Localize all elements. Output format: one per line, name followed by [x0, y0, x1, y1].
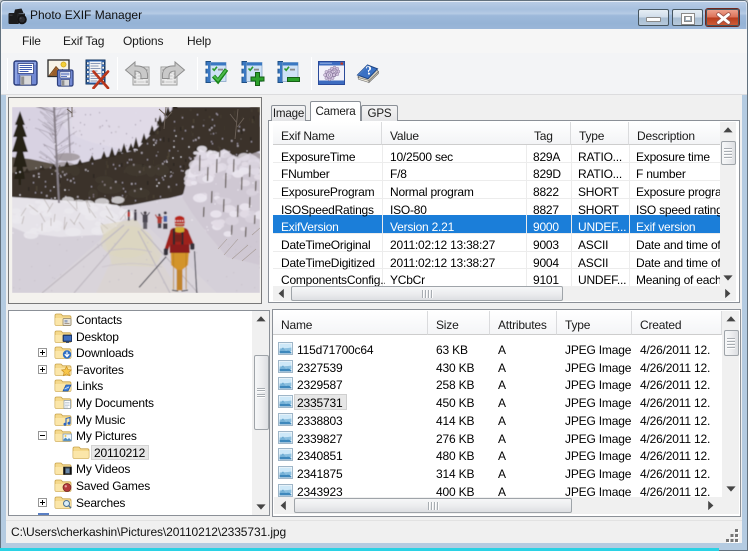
svg-text:?: ? — [365, 63, 373, 78]
